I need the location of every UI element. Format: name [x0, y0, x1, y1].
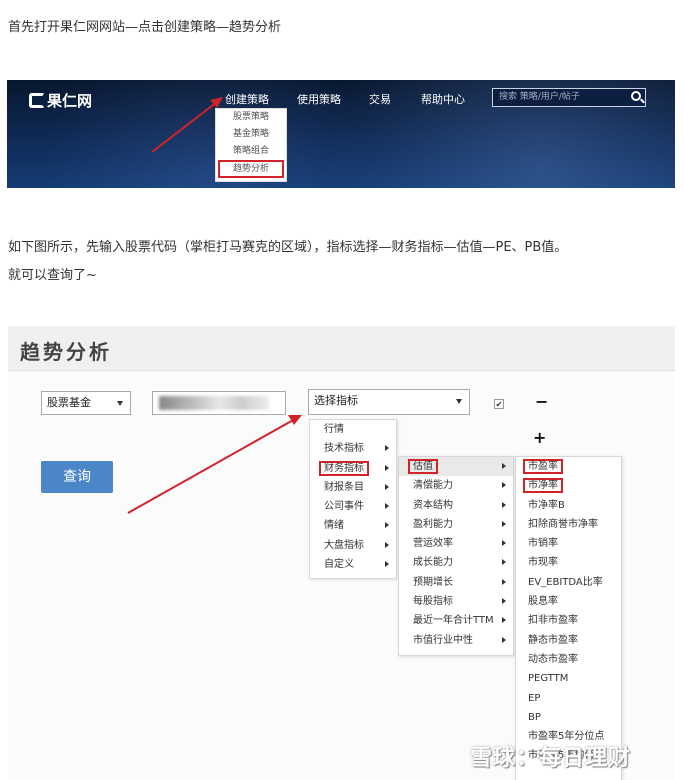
chevron-down-icon — [456, 399, 462, 404]
watermark: 雪球：每日理财 — [470, 746, 632, 771]
menu-item-company-events[interactable]: 公司事件 — [310, 497, 396, 516]
menu-item-expected-growth[interactable]: 预期增长 — [399, 573, 513, 592]
type-select[interactable]: 股票基金 — [41, 391, 131, 415]
menu-item-pe-static[interactable]: 静态市盈率 — [516, 631, 621, 650]
chevron-right-icon — [502, 636, 506, 643]
intro-text: 首先打开果仁网网站—点击创建策略—趋势分析 — [8, 20, 282, 35]
menu-item-pb[interactable]: 市净率 — [516, 476, 621, 495]
query-button[interactable]: 查询 — [41, 461, 113, 493]
menu-item-per-share[interactable]: 每股指标 — [399, 592, 513, 611]
menu-item-industry-neutral[interactable]: 市值行业中性 — [399, 631, 513, 650]
menu-item-ps[interactable]: 市销率 — [516, 534, 621, 553]
menu-item-market-index[interactable]: 大盘指标 — [310, 536, 396, 555]
chevron-right-icon — [502, 559, 506, 566]
menu-item-pe-dynamic[interactable]: 动态市盈率 — [516, 650, 621, 669]
chevron-right-icon — [502, 482, 506, 489]
chevron-right-icon — [502, 617, 506, 624]
menu-item-ep[interactable]: EP — [516, 689, 621, 708]
chevron-right-icon — [385, 464, 389, 471]
chevron-right-icon — [385, 483, 389, 490]
menu-item-pe[interactable]: 市盈率 — [516, 457, 621, 476]
menu-item-efficiency[interactable]: 营运效率 — [399, 534, 513, 553]
minus-button[interactable]: − — [535, 392, 548, 411]
chevron-right-icon — [385, 522, 389, 529]
menu-item-ttm[interactable]: 最近一年合计TTM — [399, 611, 513, 630]
checkbox[interactable]: ✔ — [494, 399, 504, 409]
chevron-right-icon — [502, 463, 506, 469]
menu-item-pb-ex-goodwill[interactable]: 扣除商誉市净率 — [516, 515, 621, 534]
chevron-right-icon — [502, 598, 506, 605]
menu-item-sentiment[interactable]: 情绪 — [310, 516, 396, 535]
menu-item-financial[interactable]: 财务指标 — [310, 459, 396, 478]
page-title: 趋势分析 — [8, 326, 675, 371]
menu-item-growth[interactable]: 成长能力 — [399, 553, 513, 572]
chevron-right-icon — [502, 501, 506, 508]
chevron-right-icon — [385, 561, 389, 568]
menu-item-valuation[interactable]: 估值 — [399, 457, 513, 477]
stock-code-input[interactable] — [152, 391, 286, 415]
chevron-right-icon — [502, 578, 506, 585]
menu-item-capital-structure[interactable]: 资本结构 — [399, 496, 513, 515]
menu-item-bp[interactable]: BP — [516, 708, 621, 727]
trend-analysis-screenshot: 趋势分析 股票基金 选择指标 ✔ − + 查询 行情 技术指标 财务指标 财报条… — [8, 326, 675, 780]
plus-button[interactable]: + — [533, 428, 546, 447]
instruction-text: 如下图所示，先输入股票代码（掌柜打马赛克的区域），指标选择—财务指标—估值—PE… — [8, 240, 568, 255]
menu-item-profitability[interactable]: 盈利能力 — [399, 515, 513, 534]
menu-item-peg-ttm[interactable]: PEGTTM — [516, 669, 621, 688]
menu-item-market[interactable]: 行情 — [310, 420, 396, 439]
chevron-right-icon — [385, 503, 389, 510]
chevron-down-icon — [117, 401, 123, 406]
chevron-right-icon — [385, 445, 389, 452]
menu-item-pb-b[interactable]: 市净率B — [516, 496, 621, 515]
annotation-arrow-1 — [151, 97, 223, 153]
guorn-site-screenshot: 果仁网 创建策略 使用策略 交易 帮助中心 搜索 策略/用户/帖子 股票策略 基… — [7, 80, 675, 188]
menu-item-pcf[interactable]: 市现率 — [516, 553, 621, 572]
chevron-right-icon — [502, 520, 506, 527]
financial-submenu: 估值 清偿能力 资本结构 盈利能力 营运效率 成长能力 预期增长 每股指标 最近… — [398, 456, 514, 656]
menu-item-dividend-yield[interactable]: 股息率 — [516, 592, 621, 611]
indicator-category-menu: 行情 技术指标 财务指标 财报条目 公司事件 情绪 大盘指标 自定义 — [309, 419, 397, 579]
instruction-text-2: 就可以查询了~ — [8, 268, 97, 283]
indicator-select[interactable]: 选择指标 — [308, 389, 470, 415]
menu-item-pe-deducted[interactable]: 扣非市盈率 — [516, 611, 621, 630]
chevron-right-icon — [385, 541, 389, 548]
menu-item-custom[interactable]: 自定义 — [310, 555, 396, 574]
menu-item-technical[interactable]: 技术指标 — [310, 439, 396, 458]
mosaic-blur — [159, 396, 269, 410]
chevron-right-icon — [502, 540, 506, 547]
menu-item-solvency[interactable]: 清偿能力 — [399, 476, 513, 495]
valuation-submenu: 市盈率 市净率 市净率B 扣除商誉市净率 市销率 市现率 EV_EBITDA比率… — [515, 456, 622, 780]
menu-item-report-items[interactable]: 财报条目 — [310, 478, 396, 497]
menu-item-ev-ebitda[interactable]: EV_EBITDA比率 — [516, 573, 621, 592]
